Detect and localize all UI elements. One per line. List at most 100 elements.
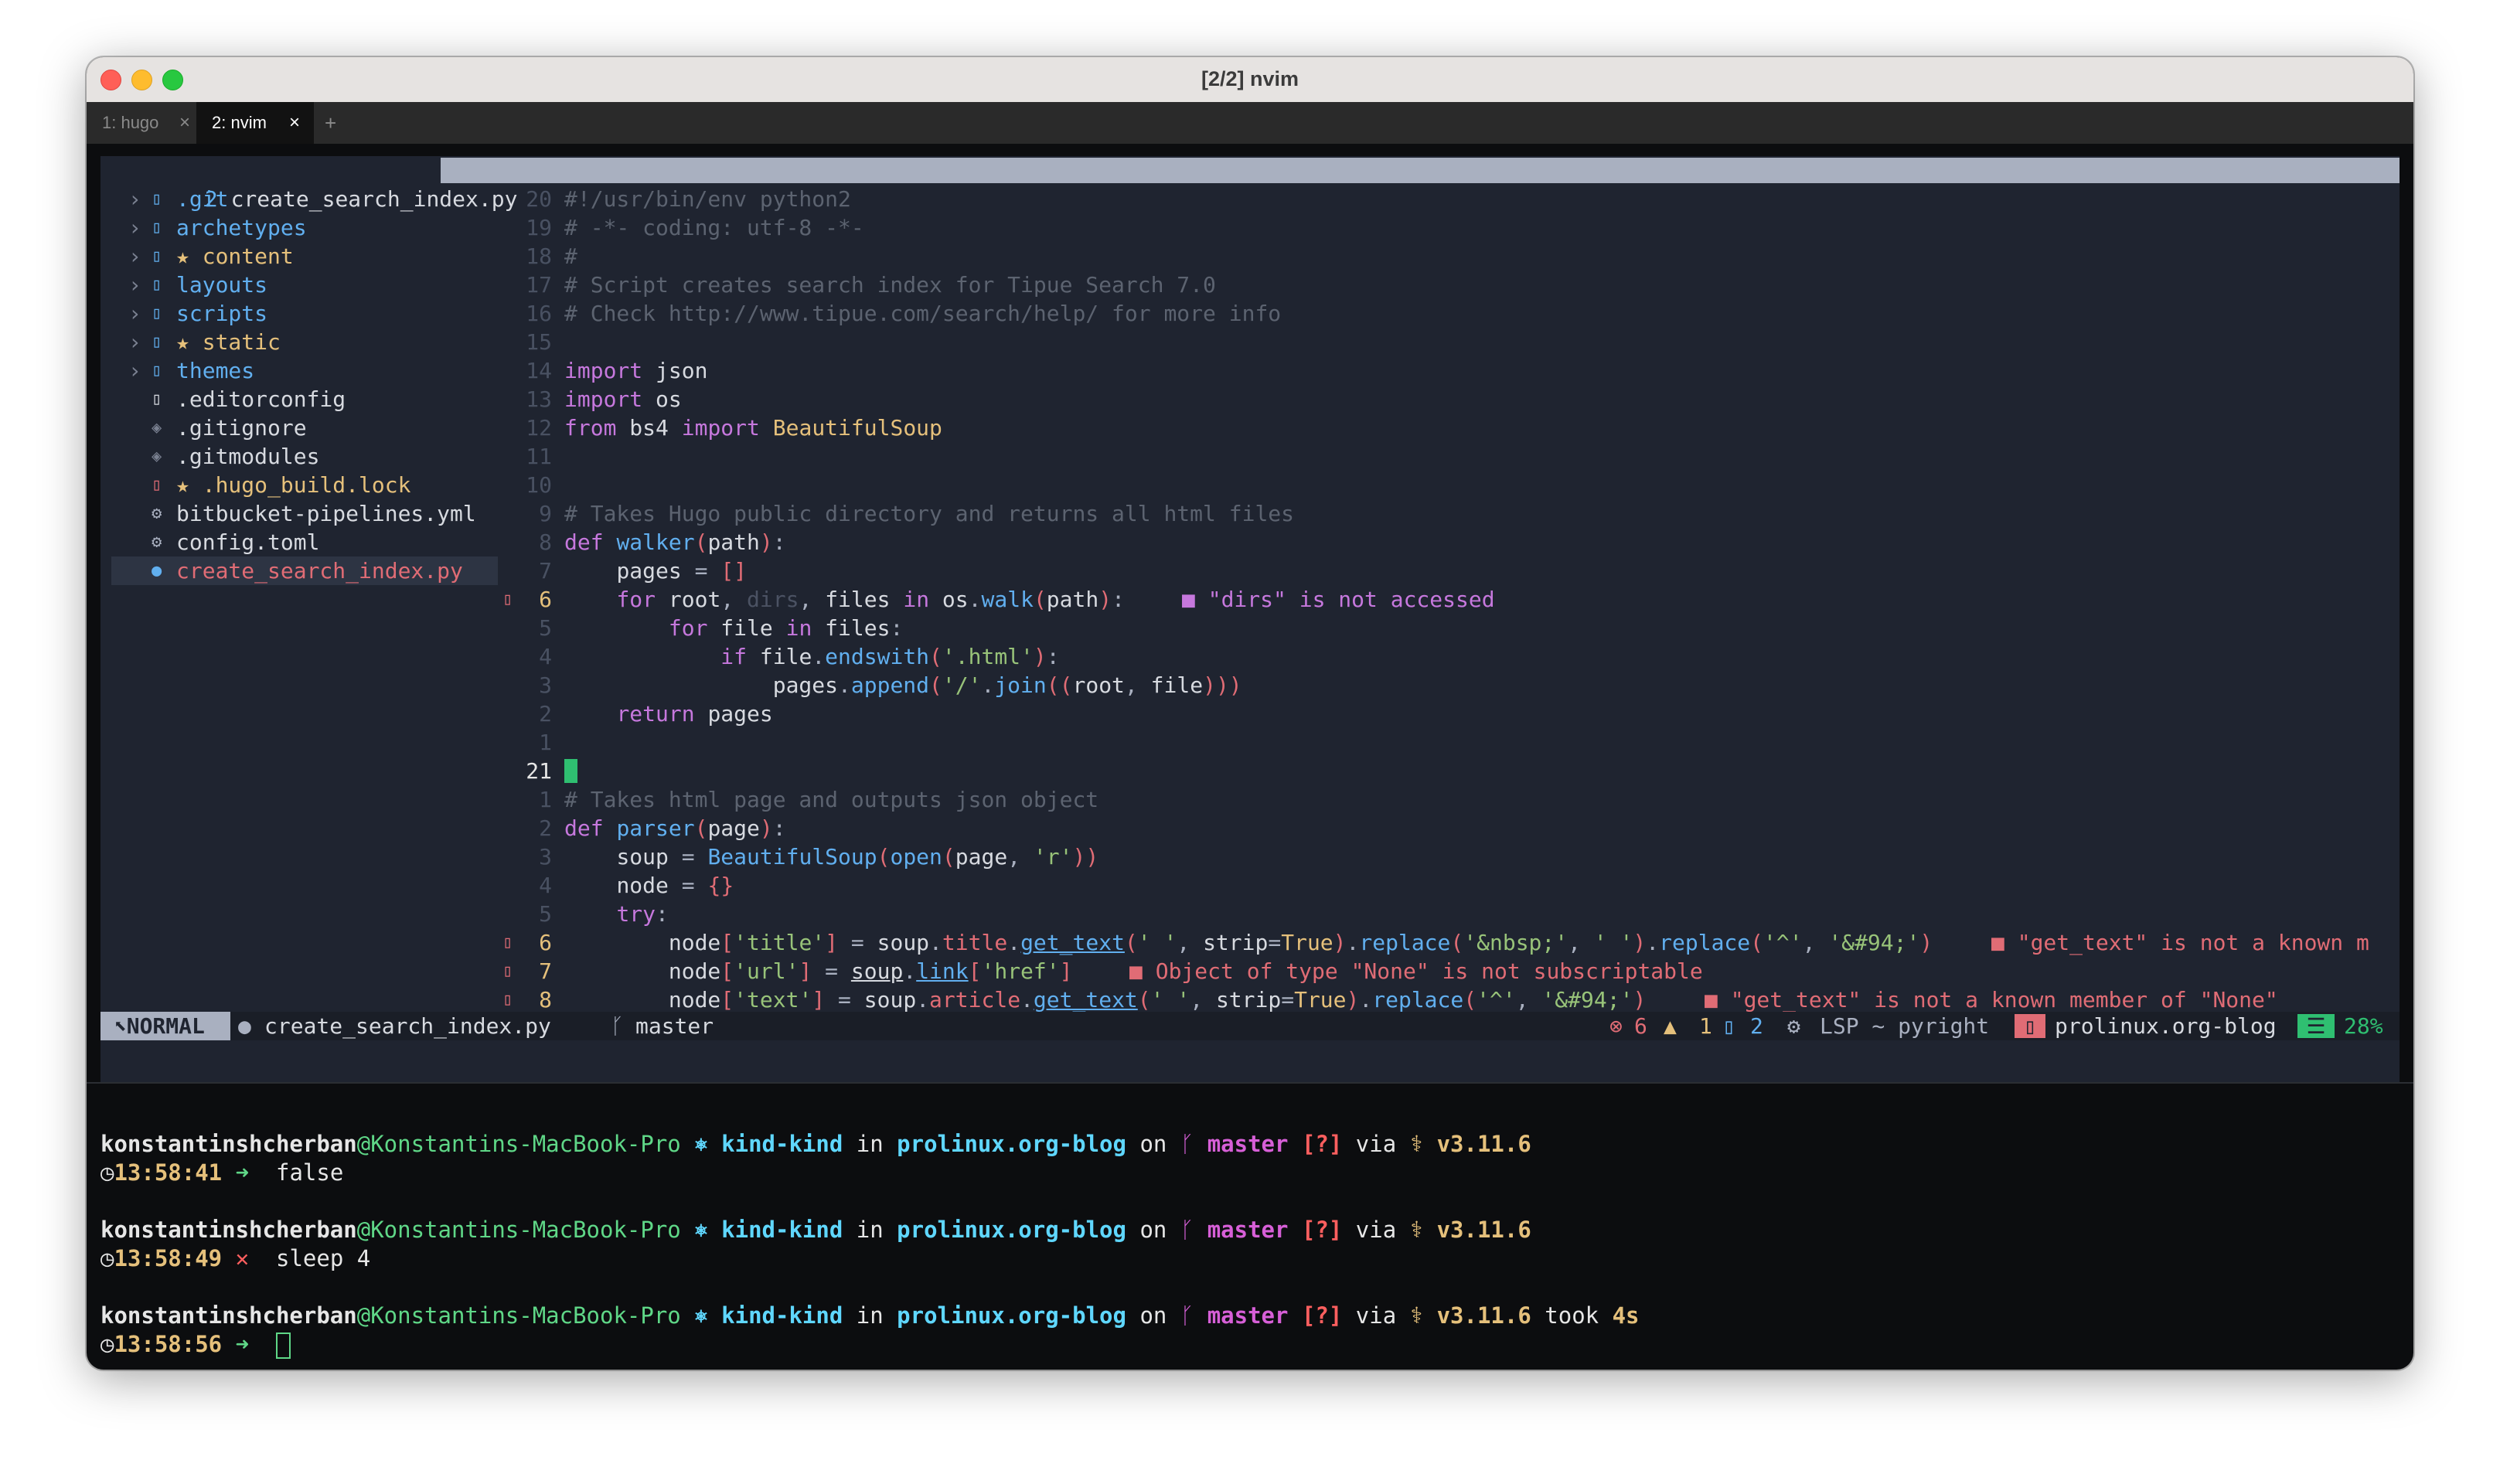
prompt-word-via: via	[1355, 1217, 1397, 1243]
warning-icon: ▲	[1664, 1013, 1677, 1039]
lsp-gear-icon: ⚙	[1787, 1013, 1800, 1039]
chevron-right-icon[interactable]: ›	[128, 213, 141, 242]
chevron-right-icon[interactable]: ›	[128, 271, 141, 299]
nvim-editor[interactable]: 2 create_search_index.py › ▯ .git › ▯ archety…	[100, 156, 2400, 1082]
code-line[interactable]: 9 # Takes Hugo public directory and retur…	[502, 499, 2400, 528]
python-icon: ⚕	[1409, 1302, 1424, 1329]
code-line[interactable]: 1 # Takes html page and outputs json obje…	[502, 785, 2400, 814]
code-line[interactable]: 15	[502, 328, 2400, 356]
prompt-word-in: in	[856, 1302, 884, 1329]
prompt-k8s: ⎈ kind-kind	[694, 1131, 843, 1157]
file-tree-item[interactable]: › ▯ ★ content	[111, 242, 498, 271]
code-line[interactable]: ▯ 7 node['url'] = soup.link['href'] ■ Obje…	[502, 957, 2400, 985]
tab-close-icon[interactable]: ×	[179, 102, 190, 144]
file-tree-item[interactable]: ● create_search_index.py	[111, 556, 498, 585]
code-line[interactable]: 7 pages = []	[502, 556, 2400, 585]
code-line[interactable]: 8 def walker(path):	[502, 528, 2400, 556]
file-tree-item[interactable]: › ▯ layouts	[111, 271, 498, 299]
chevron-right-icon[interactable]: ›	[128, 185, 141, 213]
folder-icon: ▯	[152, 275, 162, 294]
code-line[interactable]: 16 # Check http://www.tipue.com/search/he…	[502, 299, 2400, 328]
code-line[interactable]: 17 # Script creates search index for Tipu…	[502, 271, 2400, 299]
file-tree-item[interactable]: ▯ .editorconfig	[111, 385, 498, 414]
file-tree[interactable]: › ▯ .git › ▯ archetypes › ▯ ★ content › ▯ layouts › ▯…	[100, 156, 502, 1076]
code-line[interactable]: 1	[502, 728, 2400, 757]
prompt-dir: prolinux.org-blog	[897, 1217, 1126, 1243]
file-tree-item[interactable]: ⚙ bitbucket-pipelines.yml	[111, 499, 498, 528]
file-tree-item-label: .editorconfig	[176, 386, 346, 412]
code-line[interactable]: 20 #!/usr/bin/env python2	[502, 185, 2400, 213]
window-title: [2/2] nvim	[1201, 67, 1299, 90]
code-line[interactable]: ▯ 6 node['title'] = soup.title.get_text('…	[502, 928, 2400, 957]
diagnostic-sign-icon: ▯	[502, 990, 513, 1009]
chevron-right-icon[interactable]: ›	[128, 356, 141, 385]
chevron-right-icon[interactable]: ›	[128, 242, 141, 271]
code-line[interactable]: 19 # -*- coding: utf-8 -*-	[502, 213, 2400, 242]
code-line[interactable]: 10	[502, 471, 2400, 499]
file-tree-item[interactable]: › ▯ .git	[111, 185, 498, 213]
code-line[interactable]: 5 for file in files:	[502, 614, 2400, 642]
prompt-time: 13:58:49	[114, 1245, 223, 1271]
code-line[interactable]: 3 soup = BeautifulSoup(open(page, 'r'))	[502, 842, 2400, 871]
line-number: 10	[526, 472, 552, 498]
line-number: 6	[539, 587, 552, 612]
file-tree-item[interactable]: ◈ .gitignore	[111, 414, 498, 442]
code-line[interactable]: 11	[502, 442, 2400, 471]
code-line[interactable]: 4 if file.endswith('.html'):	[502, 642, 2400, 671]
code-text: node['title'] = soup.title.get_text(' ',…	[668, 930, 1933, 955]
prompt-python-version: v3.11.6	[1436, 1131, 1531, 1157]
code-line[interactable]: ▯ 6 for root, dirs, files in os.walk(path…	[502, 585, 2400, 614]
new-tab-button[interactable]: +	[309, 102, 356, 144]
prompt-word-in: in	[856, 1131, 884, 1157]
code-pane[interactable]: 20 #!/usr/bin/env python2 19 # -*- coding: …	[502, 156, 2400, 1076]
clock-icon: ◷	[100, 1331, 114, 1357]
prompt-k8s: ⎈ kind-kind	[694, 1302, 843, 1329]
prompt-user: konstantinshcherban	[100, 1302, 357, 1329]
line-number: 7	[539, 558, 552, 584]
shell-pane[interactable]: konstantinshcherban@Konstantins-MacBook-…	[100, 1101, 2389, 1359]
chevron-right-icon[interactable]: ›	[128, 328, 141, 356]
code-line[interactable]: 21	[502, 757, 2400, 785]
git-branch-icon: ᚴ	[1180, 1302, 1194, 1329]
line-number: 6	[539, 930, 552, 955]
file-tree-item[interactable]: › ▯ themes	[111, 356, 498, 385]
file-tree-item[interactable]: › ▯ scripts	[111, 299, 498, 328]
code-line[interactable]: 14 import json	[502, 356, 2400, 385]
code-text: #!/usr/bin/env python2	[564, 186, 851, 212]
code-line[interactable]: 2 def parser(page):	[502, 814, 2400, 842]
folder-icon: ▯	[152, 361, 162, 380]
prompt-input-line[interactable]: ◷13:58:41 ➜ false	[100, 1159, 343, 1187]
line-number: 7	[539, 958, 552, 984]
file-tree-item-label: config.toml	[176, 529, 320, 555]
file-tree-item[interactable]: › ▯ ★ static	[111, 328, 498, 356]
prompt-input-line[interactable]: ◷13:58:49 ✕ sleep 4	[100, 1244, 370, 1273]
tab-hugo[interactable]: 1: hugo ×	[87, 102, 204, 144]
scroll-percent: 28%	[2344, 1013, 2383, 1039]
cursor	[564, 759, 577, 783]
file-tree-item-label: scripts	[176, 301, 268, 326]
folder-icon: ▯	[152, 304, 162, 323]
code-line[interactable]: 2 return pages	[502, 699, 2400, 728]
code-line[interactable]: 5 try:	[502, 900, 2400, 928]
prompt-time: 13:58:41	[114, 1159, 223, 1186]
tab-close-icon[interactable]: ×	[289, 102, 300, 144]
file-tree-item[interactable]: ⚙ config.toml	[111, 528, 498, 556]
code-line[interactable]: 4 node = {}	[502, 871, 2400, 900]
code-text: # Check http://www.tipue.com/search/help…	[564, 301, 1282, 326]
prompt-input-line[interactable]: ◷13:58:56 ➜	[100, 1330, 291, 1359]
file-tree-item[interactable]: ▯ ★ .hugo_build.lock	[111, 471, 498, 499]
python-icon: ⚕	[1409, 1217, 1424, 1243]
file-tree-item[interactable]: ◈ .gitmodules	[111, 442, 498, 471]
code-line[interactable]: 12 from bs4 import BeautifulSoup	[502, 414, 2400, 442]
code-text: import json	[564, 358, 708, 383]
code-line[interactable]: ▯ 8 node['text'] = soup.article.get_text(…	[502, 985, 2400, 1014]
file-tree-item[interactable]: › ▯ archetypes	[111, 213, 498, 242]
line-number: 4	[539, 873, 552, 898]
chevron-right-icon[interactable]: ›	[128, 299, 141, 328]
code-line[interactable]: 3 pages.append('/'.join((root, file)))	[502, 671, 2400, 699]
code-line[interactable]: 18 #	[502, 242, 2400, 271]
code-line[interactable]: 13 import os	[502, 385, 2400, 414]
project-name: prolinux.org-blog	[2055, 1013, 2277, 1039]
tab-nvim[interactable]: 2: nvim ×	[196, 102, 314, 144]
command-line[interactable]	[100, 1040, 2400, 1082]
